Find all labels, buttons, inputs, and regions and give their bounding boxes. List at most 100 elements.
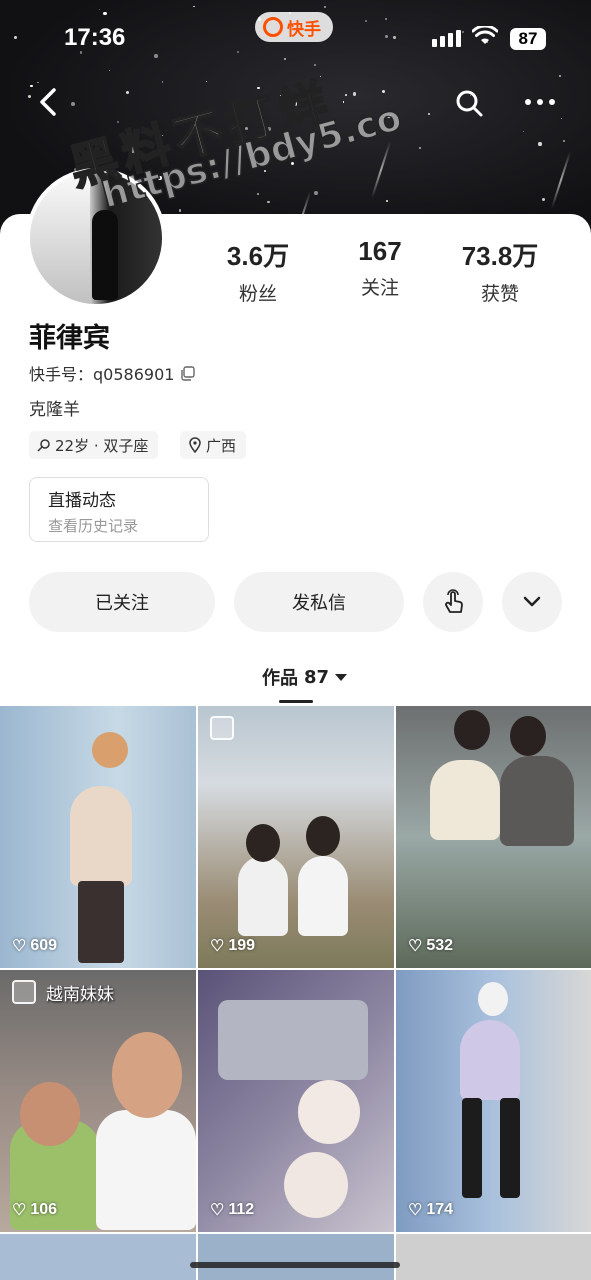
stat-likes[interactable]: 73.8万 获赞	[440, 236, 560, 306]
star-dot	[286, 128, 289, 131]
star-dot	[161, 81, 164, 84]
like-count: ♡ 106	[12, 1201, 58, 1219]
star-dot	[352, 92, 356, 96]
star-dot	[161, 134, 164, 137]
tab-works-label: 作品	[262, 668, 298, 689]
message-button[interactable]: 发私信	[234, 572, 404, 632]
work-tile-1[interactable]: ♡ 609	[0, 706, 196, 968]
profile-bio: 克隆羊	[29, 400, 80, 420]
followers-count: 3.6万	[226, 241, 290, 271]
star-dot	[70, 102, 75, 107]
live-subtitle: 查看历史记录	[48, 517, 139, 535]
like-count: ♡ 112	[210, 1201, 255, 1219]
star-dot	[291, 161, 295, 165]
star-dot	[381, 90, 385, 94]
star-dot	[308, 96, 311, 99]
tag-location-label: 广西	[206, 436, 237, 455]
heart-icon: ♡	[12, 938, 27, 955]
star-dot	[245, 126, 249, 130]
signal-icon	[432, 30, 461, 47]
heart-icon: ♡	[408, 938, 423, 955]
following-button[interactable]: 已关注	[29, 572, 215, 632]
star-dot	[266, 127, 271, 131]
caret-down-icon	[335, 673, 348, 681]
image-post-icon	[12, 980, 36, 1004]
star-dot	[386, 200, 388, 202]
star-dot	[387, 114, 391, 119]
star-dot	[158, 176, 162, 180]
kuaishou-id-label: 快手号：	[29, 365, 94, 384]
star-dot	[205, 80, 207, 82]
stat-following[interactable]: 167 关注	[320, 236, 440, 300]
live-history-card[interactable]: 直播动态 查看历史记录	[29, 477, 209, 542]
tag-age-label: 22岁 · 双子座	[55, 436, 149, 455]
heart-icon: ♡	[408, 1202, 423, 1219]
work-tile-8[interactable]	[198, 1234, 394, 1280]
copy-icon[interactable]	[180, 365, 196, 381]
work-tile-6[interactable]: ♡ 174	[396, 970, 591, 1232]
star-dot	[279, 95, 281, 97]
star-dot	[107, 151, 110, 153]
star-dot	[314, 191, 318, 195]
tab-works-count: 87	[304, 666, 330, 688]
like-count: ♡ 174	[408, 1201, 454, 1219]
work-tile-7[interactable]	[0, 1234, 196, 1280]
stat-followers[interactable]: 3.6万 粉丝	[198, 236, 318, 306]
live-title: 直播动态	[48, 491, 116, 511]
wifi-icon	[472, 26, 498, 44]
back-arrow-icon[interactable]	[34, 84, 64, 120]
star-dot	[344, 94, 347, 97]
star-dot	[257, 86, 260, 90]
kuaishou-id-value: q0586901	[93, 365, 175, 384]
star-dot	[523, 130, 525, 132]
star-dot	[30, 84, 33, 88]
followers-label: 粉丝	[238, 283, 277, 305]
star-dot	[419, 147, 422, 149]
poke-hand-icon	[445, 589, 463, 613]
tag-age-zodiac: 22岁 · 双子座	[29, 431, 159, 459]
expand-button[interactable]	[502, 572, 562, 632]
star-dot	[117, 121, 119, 124]
tag-location: 广西	[180, 431, 247, 459]
like-count: ♡ 609	[12, 937, 58, 955]
star-dot	[428, 113, 431, 115]
star-dot	[562, 140, 565, 143]
tab-underline	[279, 700, 313, 703]
tab-works[interactable]: 作品 87	[262, 664, 348, 690]
like-count: ♡ 199	[210, 937, 256, 955]
following-count: 167	[358, 236, 402, 266]
location-icon	[189, 437, 201, 453]
work-tile-9[interactable]	[396, 1234, 591, 1280]
poke-button[interactable]	[423, 572, 483, 632]
heart-icon: ♡	[12, 1202, 27, 1219]
star-dot	[561, 118, 563, 120]
heart-icon: ♡	[210, 938, 225, 955]
star-dot	[266, 200, 270, 204]
gender-male-icon	[37, 439, 50, 452]
app-indicator[interactable]: 快手	[255, 12, 333, 42]
work-tile-3[interactable]: ♡ 532	[396, 706, 591, 968]
avatar[interactable]	[26, 168, 166, 308]
star-dot	[342, 101, 344, 103]
light-streak	[550, 151, 572, 209]
home-indicator[interactable]	[190, 1262, 400, 1268]
likes-count: 73.8万	[461, 241, 539, 271]
kuaishou-logo-icon	[263, 17, 283, 37]
more-icon[interactable]	[522, 90, 558, 114]
search-icon[interactable]	[454, 88, 484, 118]
star-dot	[542, 197, 546, 202]
battery-indicator: 87	[510, 28, 546, 50]
app-name: 快手	[287, 19, 321, 40]
likes-label: 获赞	[480, 283, 519, 305]
work-tile-2[interactable]: ♡ 199	[198, 706, 394, 968]
work-tile-4[interactable]: 越南妹妹 ♡ 106	[0, 970, 196, 1232]
status-time: 17:36	[64, 24, 126, 51]
chevron-down-icon	[523, 596, 541, 607]
post-caption: 越南妹妹	[46, 985, 114, 1005]
star-dot	[293, 102, 298, 106]
work-tile-5[interactable]: ♡ 112	[198, 970, 394, 1232]
light-streak	[370, 141, 392, 199]
star-dot	[27, 94, 31, 98]
heart-icon: ♡	[210, 1202, 225, 1219]
kuaishou-id-row: 快手号：q0586901	[29, 361, 196, 385]
